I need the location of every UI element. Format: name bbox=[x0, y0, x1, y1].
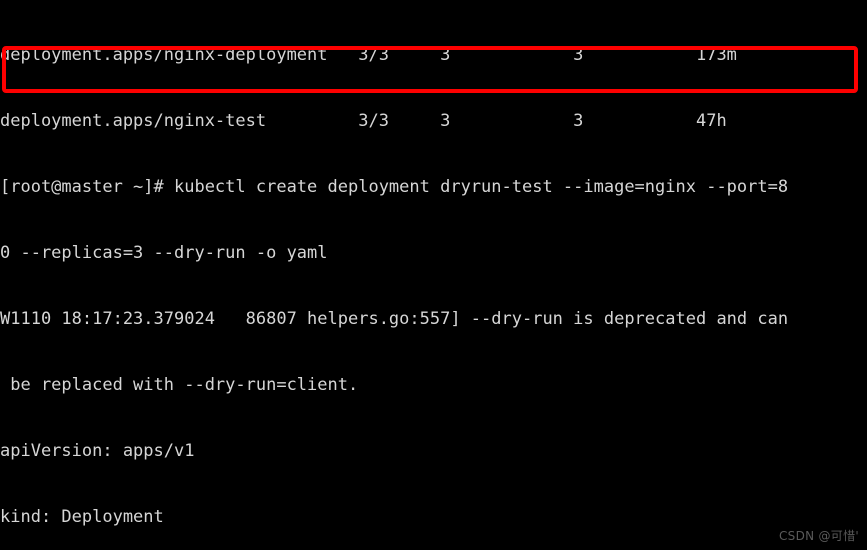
terminal-line: deployment.apps/nginx-test 3/3 3 3 47h bbox=[0, 111, 727, 131]
terminal-command-line-wrap: 0 --replicas=3 --dry-run -o yaml bbox=[0, 243, 328, 263]
terminal-warning-line-wrap: be replaced with --dry-run=client. bbox=[0, 375, 359, 395]
terminal-warning-line: W1110 18:17:23.379024 86807 helpers.go:5… bbox=[0, 309, 789, 329]
terminal-line: deployment.apps/nginx-deployment 3/3 3 3… bbox=[0, 45, 737, 65]
csdn-watermark: CSDN @可惜' bbox=[778, 529, 859, 543]
terminal-output[interactable]: deployment.apps/nginx-deployment 3/3 3 3… bbox=[0, 0, 867, 550]
terminal-command-line: [root@master ~]# kubectl create deployme… bbox=[0, 177, 789, 197]
terminal-line: apiVersion: apps/v1 bbox=[0, 441, 195, 461]
terminal-line: kind: Deployment bbox=[0, 507, 164, 527]
